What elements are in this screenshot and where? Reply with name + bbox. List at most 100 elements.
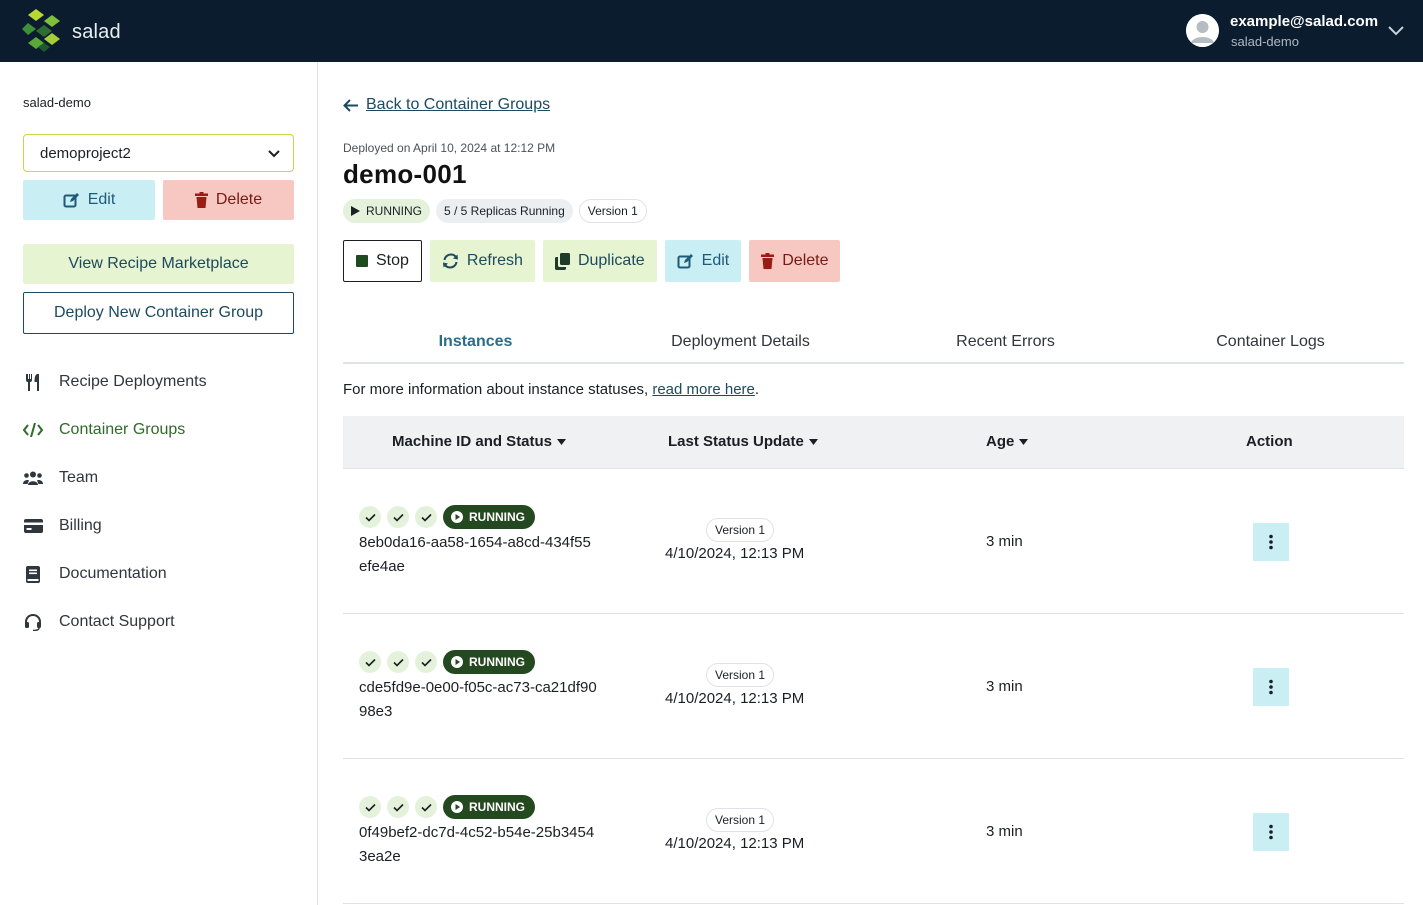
status-checks: RUNNING: [359, 795, 535, 819]
sidebar-item-team[interactable]: Team: [23, 454, 303, 502]
column-header-age[interactable]: Age: [986, 433, 1029, 450]
user-org: salad-demo: [1231, 34, 1299, 49]
running-status-label: RUNNING: [469, 800, 525, 814]
row-actions-button[interactable]: [1253, 523, 1289, 561]
row-actions-button[interactable]: [1253, 813, 1289, 851]
play-icon: [351, 206, 360, 216]
stop-button[interactable]: Stop: [343, 240, 422, 282]
machine-id: 0f49bef2-dc7d-4c52-b54e-25b34543ea2e: [359, 824, 595, 865]
duplicate-button-label: Duplicate: [577, 252, 645, 269]
tab-instances[interactable]: Instances: [343, 324, 608, 362]
last-status-update: 4/10/2024, 12:13 PM: [665, 835, 805, 852]
avatar[interactable]: [1186, 14, 1219, 47]
check-icon: [415, 506, 437, 528]
info-suffix: .: [754, 381, 760, 398]
play-circle-icon: [451, 511, 463, 523]
table-row: RUNNING 8eb0da16-aa58-1654-a8cd-434f55ef…: [343, 469, 1404, 614]
version-badge: Version 1: [706, 663, 775, 687]
instance-age: 3 min: [986, 678, 1023, 695]
stop-button-label: Stop: [376, 252, 409, 269]
last-status-update: 4/10/2024, 12:13 PM: [665, 690, 805, 707]
status-checks: RUNNING: [359, 650, 535, 674]
deployed-timestamp: Deployed on April 10, 2024 at 12:12 PM: [343, 141, 556, 155]
check-icon: [387, 651, 409, 673]
play-circle-icon: [451, 656, 463, 668]
duplicate-button[interactable]: Duplicate: [542, 240, 657, 282]
delete-project-label: Delete: [215, 191, 263, 208]
code-icon: [23, 420, 43, 440]
edit-project-label: Edit: [87, 191, 116, 208]
sidebar-item-label: Recipe Deployments: [59, 373, 207, 390]
edit-button[interactable]: Edit: [664, 240, 742, 282]
sidebar-item-documentation[interactable]: Documentation: [23, 550, 303, 598]
edit-button-label: Edit: [701, 252, 730, 269]
stop-icon: [356, 255, 368, 267]
book-icon: [23, 564, 43, 584]
kebab-menu-icon: [1269, 824, 1273, 840]
view-recipe-marketplace-button[interactable]: View Recipe Marketplace: [23, 244, 294, 284]
column-header-label: Action: [1246, 433, 1293, 450]
user-email[interactable]: example@salad.com: [1230, 13, 1378, 30]
column-header-label: Age: [986, 433, 1015, 450]
column-header-machine-id[interactable]: Machine ID and Status: [392, 433, 567, 450]
row-actions-button[interactable]: [1253, 668, 1289, 706]
tab-recent-errors[interactable]: Recent Errors: [873, 324, 1138, 362]
brand-name: salad: [72, 21, 121, 43]
headset-icon: [23, 612, 43, 632]
read-more-link[interactable]: read more here: [652, 381, 755, 398]
delete-button-label: Delete: [782, 252, 829, 269]
edit-project-button[interactable]: Edit: [23, 180, 155, 220]
deploy-new-container-group-button[interactable]: Deploy New Container Group: [23, 292, 294, 334]
sidebar-item-recipe-deployments[interactable]: Recipe Deployments: [23, 358, 303, 406]
sidebar-item-container-groups[interactable]: Container Groups: [23, 406, 303, 454]
action-toolbar: Stop Refresh Duplicate Edit Delete: [343, 240, 841, 282]
project-select[interactable]: demoproject2: [23, 134, 294, 172]
check-icon: [387, 506, 409, 528]
sort-down-icon: [808, 438, 818, 445]
sort-down-icon: [557, 438, 567, 445]
table-header: Machine ID and Status Last Status Update…: [343, 416, 1404, 469]
instance-status-info: For more information about instance stat…: [343, 381, 759, 398]
trash-icon: [194, 192, 208, 208]
sidebar-item-billing[interactable]: Billing: [23, 502, 303, 550]
sidebar-item-contact-support[interactable]: Contact Support: [23, 598, 303, 646]
refresh-icon: [442, 253, 458, 269]
delete-project-button[interactable]: Delete: [163, 180, 294, 220]
table-row: RUNNING 0f49bef2-dc7d-4c52-b54e-25b34543…: [343, 759, 1404, 904]
version-badge: Version 1: [706, 518, 775, 542]
refresh-button[interactable]: Refresh: [429, 240, 535, 282]
chevron-down-icon[interactable]: [1387, 24, 1405, 36]
salad-logo-icon[interactable]: [22, 7, 66, 53]
sidebar: salad-demo demoproject2 Edit Delete View…: [0, 62, 318, 905]
top-bar: salad example@salad.com salad-demo: [0, 0, 1423, 62]
chevron-down-icon: [268, 150, 280, 158]
replicas-badge: 5 / 5 Replicas Running: [436, 199, 573, 223]
tab-deployment-details[interactable]: Deployment Details: [608, 324, 873, 362]
tab-bar: Instances Deployment Details Recent Erro…: [343, 324, 1404, 364]
sort-down-icon: [1019, 438, 1029, 445]
last-status-update: 4/10/2024, 12:13 PM: [665, 545, 805, 562]
delete-button[interactable]: Delete: [749, 240, 841, 282]
running-status-pill: RUNNING: [443, 795, 535, 819]
status-badges: RUNNING 5 / 5 Replicas Running Version 1: [343, 199, 647, 223]
user-avatar-icon: [1186, 14, 1219, 47]
version-badge: Version 1: [578, 199, 647, 223]
running-status-pill: RUNNING: [443, 505, 535, 529]
instance-age: 3 min: [986, 823, 1023, 840]
kebab-menu-icon: [1269, 534, 1273, 550]
tab-container-logs[interactable]: Container Logs: [1138, 324, 1403, 362]
sidebar-nav: Recipe Deployments Container Groups Team…: [23, 358, 303, 646]
trash-icon: [761, 253, 775, 269]
utensils-icon: [23, 372, 43, 392]
column-header-last-status-update[interactable]: Last Status Update: [668, 433, 818, 450]
check-icon: [415, 796, 437, 818]
back-to-container-groups-link[interactable]: Back to Container Groups: [343, 96, 550, 114]
edit-icon: [677, 253, 693, 268]
check-icon: [359, 651, 381, 673]
version-badge: Version 1: [706, 808, 775, 832]
running-status-pill: RUNNING: [443, 650, 535, 674]
sidebar-item-label: Contact Support: [59, 613, 175, 630]
page-title: demo-001: [343, 159, 467, 189]
sidebar-item-label: Team: [59, 469, 99, 486]
running-status-label: RUNNING: [469, 655, 525, 669]
